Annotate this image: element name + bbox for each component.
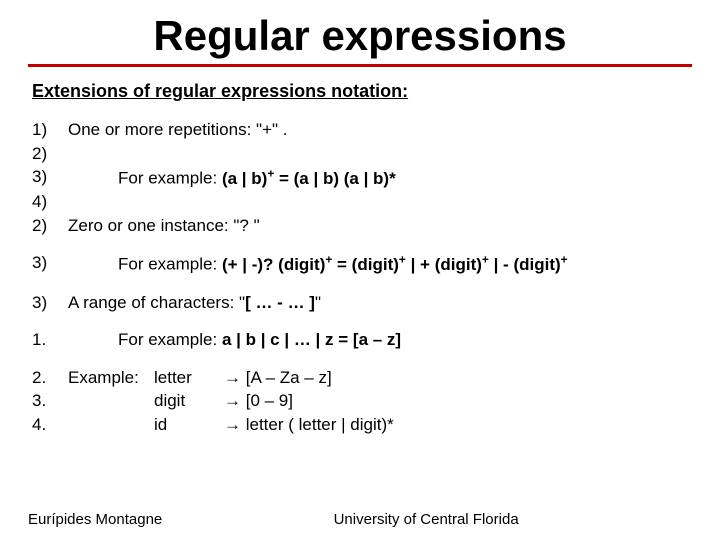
expr: (+ | -)? (digit)+ = (digit)+ | + (digit)… <box>222 255 568 274</box>
title-underline <box>28 64 692 67</box>
label: For example: <box>118 169 222 188</box>
marker: 2) <box>32 144 68 164</box>
slide-footer: Eurípides Montagne University of Central… <box>28 511 692 528</box>
line-7: 3) A range of characters: "[ … - … ]" <box>32 293 692 313</box>
marker: 4. <box>32 415 68 435</box>
marker: 3) <box>32 167 68 188</box>
marker: 2. <box>32 368 68 388</box>
line-8: 1. For example: a | b | c | … | z = [a –… <box>32 330 692 350</box>
line-3: 3) For example: (a | b)+ = (a | b) (a | … <box>32 167 692 188</box>
text: Zero or one instance: "? " <box>68 216 692 236</box>
label: For example: <box>118 330 222 349</box>
expr: a | b | c | … | z = [a – z] <box>222 330 401 349</box>
expr: (a | b)+ = (a | b) (a | b)* <box>222 169 396 188</box>
rhs: → letter ( letter | digit)* <box>224 415 692 435</box>
marker: 3. <box>32 391 68 411</box>
example-label: Example: <box>68 368 154 388</box>
marker: 1) <box>32 120 68 140</box>
line-10: 3. digit → [0 – 9] <box>32 391 692 411</box>
line-11: 4. id → letter ( letter | digit)* <box>32 415 692 435</box>
label: For example: <box>118 255 222 274</box>
marker: 3) <box>32 253 68 274</box>
marker: 4) <box>32 192 68 212</box>
rhs: → [0 – 9] <box>224 391 692 411</box>
line-6: 3) For example: (+ | -)? (digit)+ = (dig… <box>32 253 692 274</box>
text: One or more repetitions: "+" . <box>68 120 692 140</box>
rhs: → [A – Za – z] <box>224 368 692 388</box>
lhs: digit <box>154 391 224 411</box>
line-4: 4) <box>32 192 692 212</box>
line-5: 2) Zero or one instance: "? " <box>32 216 692 236</box>
marker: 2) <box>32 216 68 236</box>
slide-title: Regular expressions <box>28 12 692 60</box>
line-1: 1) One or more repetitions: "+" . <box>32 120 692 140</box>
line-2: 2) <box>32 144 692 164</box>
subheading: Extensions of regular expressions notati… <box>32 81 692 102</box>
line-9: 2. Example: letter → [A – Za – z] <box>32 368 692 388</box>
lhs: letter <box>154 368 224 388</box>
footer-author: Eurípides Montagne <box>28 511 294 528</box>
slide-body: 1) One or more repetitions: "+" . 2) 3) … <box>32 120 692 434</box>
marker: 3) <box>32 293 68 313</box>
marker: 1. <box>32 330 68 350</box>
footer-affiliation: University of Central Florida <box>294 511 692 528</box>
lhs: id <box>154 415 224 435</box>
text: A range of characters: "[ … - … ]" <box>68 293 692 313</box>
